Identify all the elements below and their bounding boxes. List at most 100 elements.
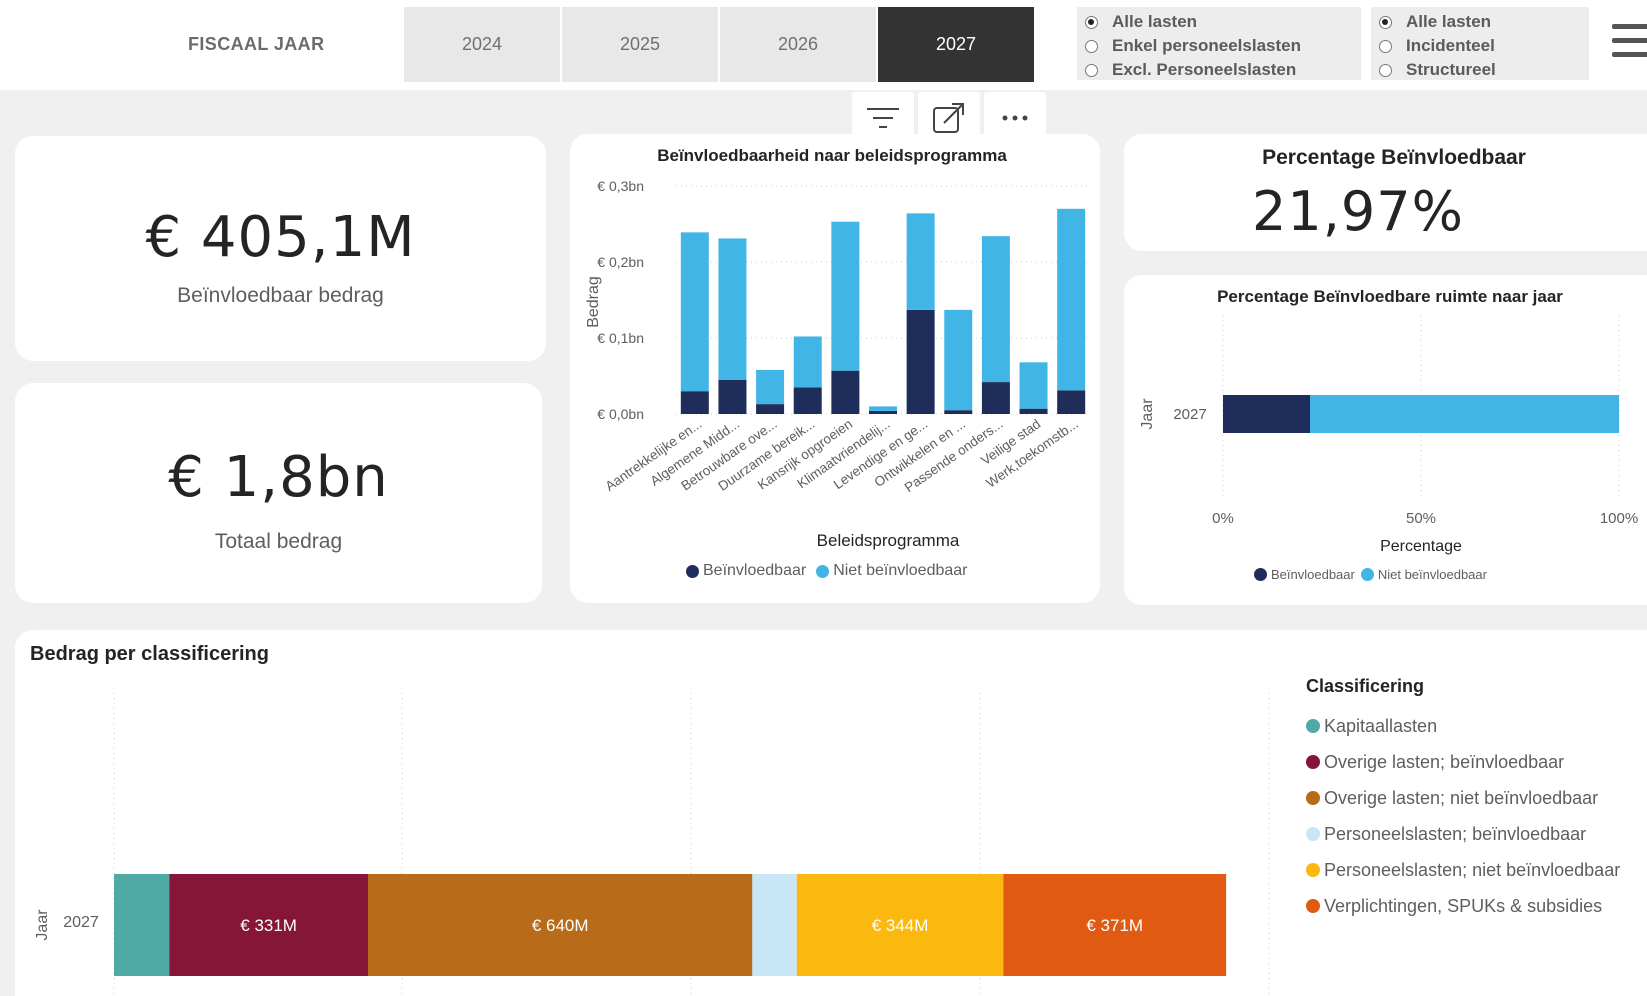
policy-chart-ylabel: Bedrag	[585, 276, 602, 328]
bar-segment[interactable]	[114, 874, 170, 976]
classification-legend: Classificering Kapitaallasten Overige las…	[1306, 676, 1620, 924]
kpi-percentage-title: Percentage Beïnvloedbaar	[1262, 146, 1526, 169]
bar-not-influenceable[interactable]	[1057, 208, 1086, 391]
percentage-year-bars	[1223, 395, 1619, 433]
classification-legend-item[interactable]: Overige lasten; niet beïnvloedbaar	[1306, 780, 1620, 816]
legend-dot-icon	[1306, 827, 1320, 841]
policy-chart-title: Beïnvloedbaarheid naar beleidsprogramma	[657, 146, 1007, 165]
bar-influenceable[interactable]	[680, 391, 709, 414]
kpi-influenceable-value: € 405,1M	[145, 205, 416, 270]
radio-unchecked-icon	[1085, 39, 1098, 53]
legend-label: Kapitaallasten	[1324, 715, 1438, 736]
legend-dot-icon	[1254, 568, 1267, 581]
kpi-percentage-card: Percentage Beïnvloedbaar 21,97%	[1124, 134, 1647, 251]
visual-header-toolbar	[852, 92, 1046, 144]
bar-influenceable[interactable]	[944, 410, 973, 414]
bar-influenceable[interactable]	[906, 309, 935, 414]
bar-influenceable[interactable]	[1223, 395, 1311, 433]
bar-not-influenceable[interactable]	[1019, 362, 1048, 409]
focus-mode-button[interactable]	[918, 92, 980, 144]
radio-alle-lasten-2[interactable]: Alle lasten	[1379, 10, 1581, 34]
bar-influenceable[interactable]	[981, 382, 1010, 414]
filter-button[interactable]	[852, 92, 914, 144]
policy-chart-y-ticks: € 0,0bn € 0,1bn € 0,2bn € 0,3bn	[597, 178, 644, 422]
classification-bars: € 331M € 640M € 344M € 371M	[114, 874, 1227, 976]
bar-not-influenceable[interactable]	[981, 236, 1010, 383]
bar-not-influenceable[interactable]	[756, 369, 785, 405]
classification-category: 2027	[63, 914, 99, 931]
policy-chart-bars	[680, 208, 1086, 414]
radio-structureel[interactable]: Structureel	[1379, 58, 1581, 82]
bar-not-influenceable[interactable]	[906, 213, 935, 310]
legend-item-influenceable[interactable]: Beïnvloedbaar	[1254, 567, 1355, 582]
more-options-button[interactable]	[984, 92, 1046, 144]
policy-chart-x-ticks: Aantrekkelijke en...Algemene Midd...Betr…	[603, 416, 1081, 495]
legend-label: Personeelslasten; beïnvloedbaar	[1324, 823, 1587, 844]
bar-influenceable[interactable]	[718, 379, 747, 414]
radio-checked-icon	[1085, 15, 1098, 29]
data-label: € 331M	[240, 916, 297, 935]
kpi-influenceable-label: Beïnvloedbaar bedrag	[177, 284, 384, 307]
legend-dot-icon	[1306, 755, 1320, 769]
percentage-year-legend: Beïnvloedbaar Niet beïnvloedbaar	[1254, 567, 1497, 582]
y-tick-label: € 0,3bn	[597, 178, 644, 194]
classification-legend-item[interactable]: Kapitaallasten	[1306, 708, 1620, 744]
cost-type-filter: Alle lasten Enkel personeelslasten Excl.…	[1077, 7, 1361, 80]
classification-title: Bedrag per classificering	[30, 643, 269, 665]
bar-not-influenceable[interactable]	[944, 309, 973, 411]
bar-influenceable[interactable]	[831, 370, 860, 414]
legend-label: Verplichtingen, SPUKs & subsidies	[1324, 895, 1603, 916]
year-tab-2025[interactable]: 2025	[562, 7, 718, 82]
more-options-icon	[1002, 115, 1028, 121]
kpi-total-card: € 1,8bn Totaal bedrag	[15, 383, 542, 603]
bar-not-influenceable[interactable]	[869, 406, 897, 411]
classification-legend-item[interactable]: Overige lasten; beïnvloedbaar	[1306, 744, 1620, 780]
radio-enkel-personeelslasten[interactable]: Enkel personeelslasten	[1085, 34, 1353, 58]
legend-dot-icon	[1306, 863, 1320, 877]
legend-item-not-influenceable[interactable]: Niet beïnvloedbaar	[816, 562, 968, 580]
bar-influenceable[interactable]	[793, 387, 822, 414]
data-label: € 371M	[1086, 916, 1143, 935]
classification-legend-item[interactable]: Personeelslasten; beïnvloedbaar	[1306, 816, 1620, 852]
bar-not-influenceable[interactable]	[831, 221, 860, 371]
bar-segment[interactable]	[752, 874, 797, 976]
classification-legend-title: Classificering	[1306, 676, 1425, 696]
percentage-year-category: 2027	[1173, 406, 1206, 423]
year-tab-2027[interactable]: 2027	[878, 7, 1034, 82]
legend-dot-icon	[1306, 719, 1320, 733]
year-tab-2026[interactable]: 2026	[720, 7, 876, 82]
radio-excl-personeelslasten[interactable]: Excl. Personeelslasten	[1085, 58, 1353, 82]
legend-label: Overige lasten; niet beïnvloedbaar	[1324, 787, 1599, 808]
legend-item-influenceable[interactable]: Beïnvloedbaar	[686, 562, 806, 580]
filter-icon	[867, 108, 899, 128]
x-tick-label: 100%	[1600, 510, 1638, 527]
data-label: € 344M	[872, 916, 929, 935]
data-label: € 640M	[532, 916, 589, 935]
percentage-year-title: Percentage Beïnvloedbare ruimte naar jaa…	[1217, 287, 1563, 306]
kpi-percentage-value: 21,97%	[1252, 180, 1464, 243]
classification-legend-item[interactable]: Verplichtingen, SPUKs & subsidies	[1306, 888, 1620, 924]
bar-not-influenceable[interactable]	[793, 336, 822, 388]
radio-alle-lasten[interactable]: Alle lasten	[1085, 10, 1353, 34]
policy-chart-legend: Beïnvloedbaar Niet beïnvloedbaar	[686, 562, 978, 580]
bar-influenceable[interactable]	[1019, 408, 1048, 414]
top-bar: FISCAAL JAAR 2024 2025 2026 2027 Alle la…	[0, 0, 1647, 90]
y-tick-label: € 0,1bn	[597, 330, 644, 346]
kpi-total-label: Totaal bedrag	[214, 530, 343, 553]
legend-item-not-influenceable[interactable]: Niet beïnvloedbaar	[1360, 567, 1487, 582]
fiscal-year-label: FISCAAL JAAR	[188, 34, 325, 54]
bar-not-influenceable[interactable]	[1310, 395, 1619, 433]
bar-not-influenceable[interactable]	[718, 238, 747, 380]
bar-influenceable[interactable]	[869, 410, 897, 414]
radio-incidenteel[interactable]: Incidenteel	[1379, 34, 1581, 58]
kpi-total-value: € 1,8bn	[168, 445, 389, 510]
legend-dot-icon	[1360, 568, 1374, 581]
legend-dot-icon	[686, 564, 699, 578]
classification-legend-item[interactable]: Personeelslasten; niet beïnvloedbaar	[1306, 852, 1620, 888]
bar-not-influenceable[interactable]	[680, 232, 709, 392]
bar-influenceable[interactable]	[1057, 390, 1086, 414]
bar-influenceable[interactable]	[756, 404, 785, 414]
year-tab-2024[interactable]: 2024	[404, 7, 560, 82]
classification-ylabel: Jaar	[34, 909, 51, 941]
menu-icon[interactable]	[1612, 24, 1647, 68]
